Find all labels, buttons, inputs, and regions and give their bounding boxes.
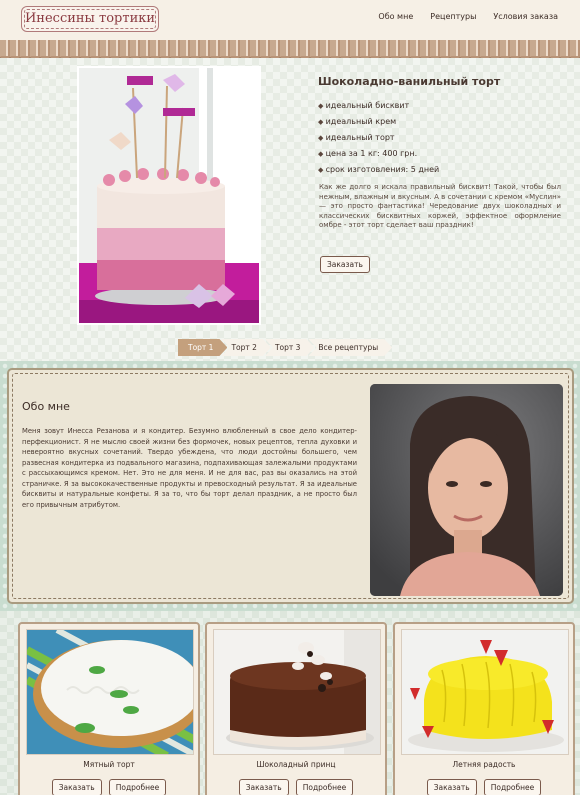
tab-cake-1[interactable]: Торт 1 [178,339,227,356]
site-logo[interactable]: Инессины тортики [21,6,159,32]
nav-about[interactable]: Обо мне [378,12,413,21]
main-nav: Обо мне Рецептуры Условия заказа [378,12,558,21]
card-title: Летняя радость [452,760,516,769]
about-title: Обо мне [22,400,70,413]
product-card: Шоколадный принц Заказать Подробнее [205,622,387,795]
card-actions: Заказать Подробнее [207,775,385,795]
tab-cake-2[interactable]: Торт 2 [221,339,270,356]
feature-item: срок изготовления: 5 дней [318,162,440,178]
featured-cake-photo [77,66,261,325]
product-description: Как же долго я искала правильный бисквит… [319,183,561,230]
card-order-button[interactable]: Заказать [238,779,289,795]
feature-item: идеальный бисквит [318,98,439,114]
card-title: Шоколадный принц [256,760,336,769]
chocolate-cake-photo [213,629,381,755]
about-text: Меня зовут Инесса Резанова и я кондитер.… [22,427,357,509]
product-tabs: Торт 1 Торт 2 Торт 3 Все рецептуры [178,339,386,356]
tab-all-recipes[interactable]: Все рецептуры [308,339,392,356]
tab-cake-3[interactable]: Торт 3 [265,339,314,356]
order-button[interactable]: Заказать [320,256,370,273]
card-title: Мятный торт [83,760,135,769]
card-actions: Заказать Подробнее [20,775,198,795]
about-section: Обо мне Меня зовут Инесса Резанова и я к… [0,361,580,611]
product-title: Шоколадно-ванильный торт [318,75,501,88]
about-card: Обо мне Меня зовут Инесса Резанова и я к… [7,368,574,604]
card-details-button[interactable]: Подробнее [483,779,542,795]
card-details-button[interactable]: Подробнее [108,779,167,795]
author-portrait [370,384,563,596]
card-order-button[interactable]: Заказать [426,779,477,795]
nav-recipes[interactable]: Рецептуры [430,12,476,21]
product-card: Мятный торт Заказать Подробнее [18,622,200,795]
card-actions: Заказать Подробнее [395,775,573,795]
feature-item: цена за 1 кг: 400 грн. [318,146,439,162]
mint-cake-photo [26,629,194,755]
nav-order-terms[interactable]: Условия заказа [493,12,558,21]
feature-item: идеальный крем [318,114,439,130]
product-card: Летняя радость Заказать Подробнее [393,622,575,795]
product-features-list: идеальный бисквит идеальный крем идеальн… [318,98,440,178]
decorative-scallop-border [0,40,580,62]
site-header: Инессины тортики Обо мне Рецептуры Услов… [0,0,580,42]
card-order-button[interactable]: Заказать [51,779,102,795]
feature-item: идеальный торт [318,130,439,146]
summer-cake-photo [401,629,569,755]
card-details-button[interactable]: Подробнее [295,779,354,795]
